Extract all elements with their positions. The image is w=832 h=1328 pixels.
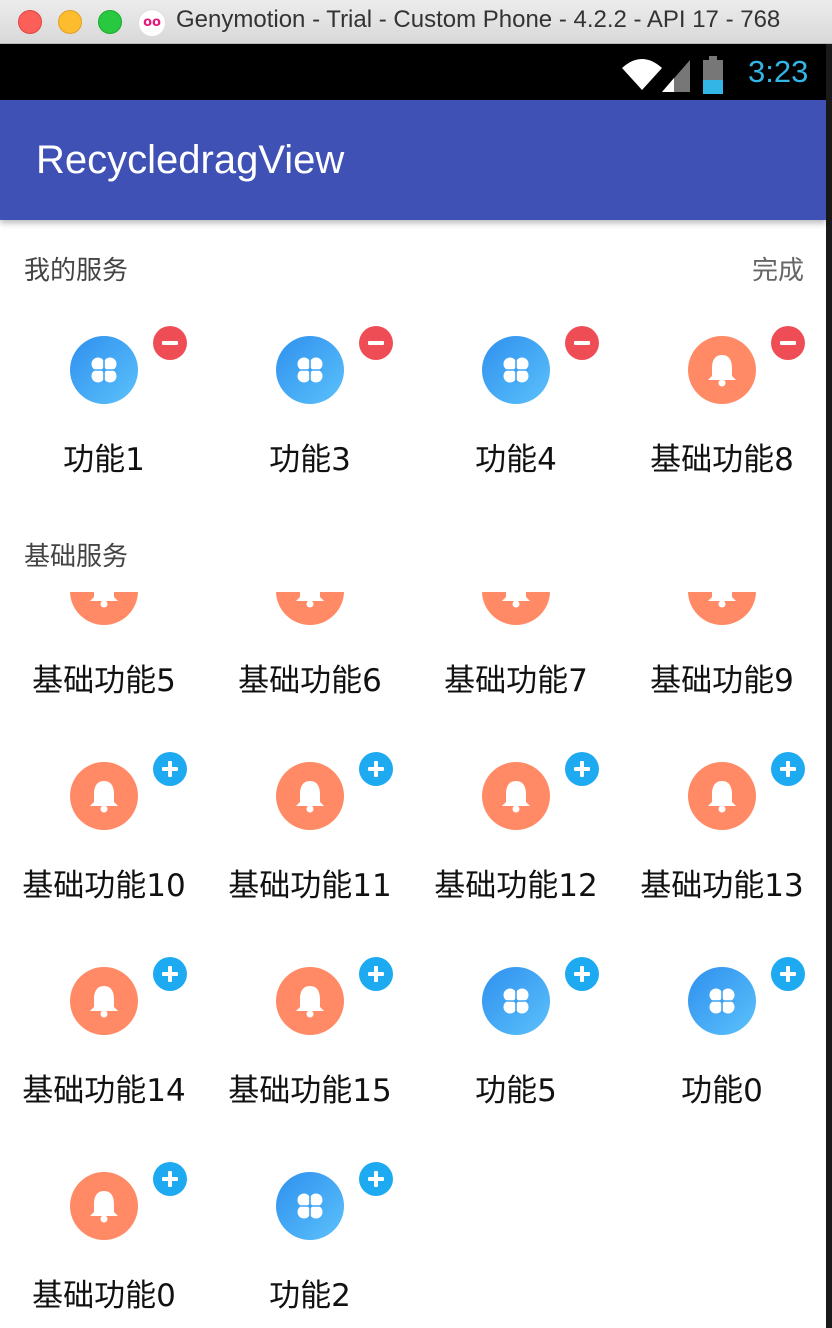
bell-icon <box>276 592 344 625</box>
remove-item-button[interactable] <box>771 326 805 360</box>
emulator-window: oo Genymotion - Trial - Custom Phone - 4… <box>0 0 832 1328</box>
done-button[interactable]: 完成 <box>752 250 804 287</box>
bell-icon <box>276 762 344 830</box>
remove-item-button[interactable] <box>359 326 393 360</box>
service-item[interactable]: 基础功能8 <box>619 326 825 506</box>
remove-item-button[interactable] <box>153 326 187 360</box>
clover-icon <box>276 336 344 404</box>
add-item-button[interactable] <box>565 957 599 991</box>
status-clock: 3:23 <box>748 54 809 89</box>
service-item[interactable]: 功能3 <box>207 326 413 506</box>
my-services-title: 我的服务 <box>24 256 129 286</box>
app-title: RecycledragView <box>36 138 345 182</box>
bell-icon <box>688 592 756 625</box>
add-item-button[interactable] <box>565 752 599 786</box>
service-item-label: 基础功能13 <box>640 868 804 904</box>
clover-icon <box>688 967 756 1035</box>
bell-icon <box>70 592 138 625</box>
clover-icon <box>482 336 550 404</box>
service-item[interactable]: 功能4 <box>413 326 619 506</box>
service-item[interactable]: 基础功能13 <box>619 752 825 932</box>
add-item-button[interactable] <box>359 957 393 991</box>
service-item-label: 功能0 <box>681 1073 763 1109</box>
service-item-label: 基础功能14 <box>22 1073 186 1109</box>
window-titlebar: oo Genymotion - Trial - Custom Phone - 4… <box>0 0 832 44</box>
battery-icon <box>703 56 723 94</box>
add-item-button[interactable] <box>153 957 187 991</box>
close-window-button[interactable] <box>18 10 42 34</box>
add-item-button[interactable] <box>153 752 187 786</box>
genymotion-logo-icon: oo <box>138 9 166 37</box>
basic-services-scroll[interactable]: 基础功能5 基础功能6 基础功能7 基础功能9 基础功能10 基础功能11 基础功能12 基础… <box>0 592 826 1328</box>
bell-icon <box>688 336 756 404</box>
bell-icon <box>482 762 550 830</box>
service-item-label: 基础功能10 <box>22 868 186 904</box>
add-item-button[interactable] <box>359 1162 393 1196</box>
bell-icon <box>70 967 138 1035</box>
bell-icon <box>70 762 138 830</box>
service-item[interactable]: 功能1 <box>1 326 207 506</box>
service-item-label: 功能1 <box>63 442 145 478</box>
service-item[interactable]: 功能5 <box>413 957 619 1137</box>
service-item[interactable]: 基础功能7 <box>413 592 619 727</box>
add-item-button[interactable] <box>771 957 805 991</box>
remove-item-button[interactable] <box>565 326 599 360</box>
service-item[interactable]: 基础功能6 <box>207 592 413 727</box>
wifi-icon <box>622 59 662 90</box>
clover-icon <box>276 1172 344 1240</box>
bell-icon <box>482 592 550 625</box>
service-item[interactable]: 基础功能0 <box>1 1162 207 1328</box>
basic-services-title: 基础服务 <box>24 542 129 572</box>
service-item-label: 基础功能11 <box>228 868 392 904</box>
service-item-label: 基础功能0 <box>32 1278 176 1314</box>
service-item[interactable]: 基础功能15 <box>207 957 413 1137</box>
service-item[interactable]: 基础功能9 <box>619 592 825 727</box>
service-item[interactable]: 功能0 <box>619 957 825 1137</box>
service-item-label: 功能5 <box>475 1073 557 1109</box>
window-title: Genymotion - Trial - Custom Phone - 4.2.… <box>176 6 781 33</box>
service-item[interactable]: 基础功能14 <box>1 957 207 1137</box>
service-item-label: 基础功能9 <box>650 663 794 699</box>
app-bar: RecycledragView <box>0 100 826 220</box>
service-item-label: 基础功能5 <box>32 663 176 699</box>
add-item-button[interactable] <box>359 752 393 786</box>
service-item-label: 基础功能15 <box>228 1073 392 1109</box>
status-bar: 3:23 <box>0 44 832 100</box>
service-item-label: 功能4 <box>475 442 557 478</box>
service-item[interactable]: 基础功能11 <box>207 752 413 932</box>
bell-icon <box>688 762 756 830</box>
signal-icon <box>662 60 690 92</box>
service-item[interactable]: 功能2 <box>207 1162 413 1328</box>
bell-icon <box>70 1172 138 1240</box>
add-item-button[interactable] <box>153 1162 187 1196</box>
content-area[interactable]: 我的服务 完成 功能1 功能3 功能4 基础功能8 基础服务 基础功能5 基础功能6 基础… <box>0 220 826 1328</box>
zoom-window-button[interactable] <box>98 10 122 34</box>
service-item-label: 基础功能7 <box>444 663 588 699</box>
service-item-label: 功能2 <box>269 1278 351 1314</box>
service-item-label: 功能3 <box>269 442 351 478</box>
clover-icon <box>482 967 550 1035</box>
service-item-label: 基础功能6 <box>238 663 382 699</box>
minimize-window-button[interactable] <box>58 10 82 34</box>
window-edge <box>826 44 832 1328</box>
service-item-label: 基础功能8 <box>650 442 794 478</box>
service-item[interactable]: 基础功能5 <box>1 592 207 727</box>
add-item-button[interactable] <box>771 752 805 786</box>
service-item[interactable]: 基础功能12 <box>413 752 619 932</box>
bell-icon <box>276 967 344 1035</box>
service-item-label: 基础功能12 <box>434 868 598 904</box>
clover-icon <box>70 336 138 404</box>
service-item[interactable]: 基础功能10 <box>1 752 207 932</box>
